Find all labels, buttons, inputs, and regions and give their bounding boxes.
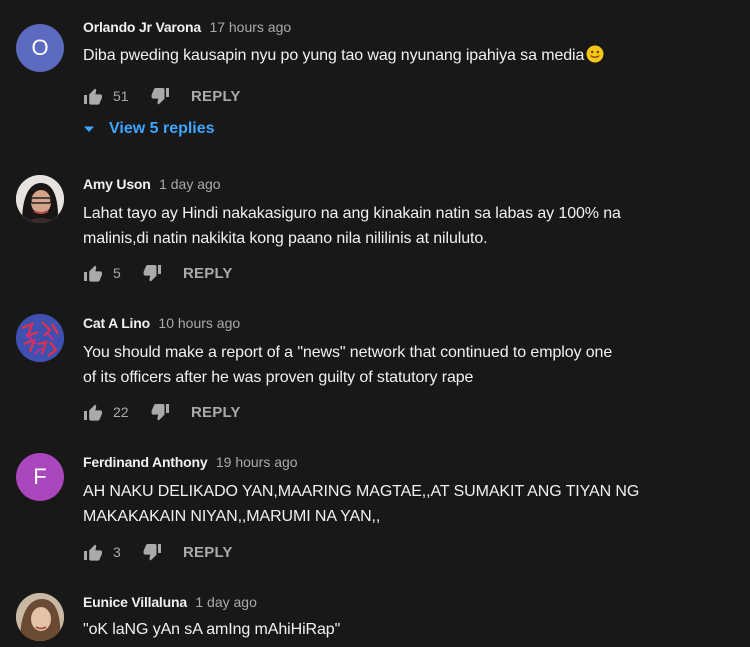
comment-text-content: Diba pweding kausapin nyu po yung tao wa…	[83, 47, 585, 64]
comment-actions: 51 REPLY	[83, 86, 241, 106]
comment-text: You should make a report of a "news" net…	[83, 340, 740, 390]
thumbs-down-icon[interactable]	[151, 86, 171, 106]
comment-text-line: malinis,di natin nakikita kong paano nil…	[83, 230, 488, 247]
comment-time[interactable]: 1 day ago	[159, 176, 221, 192]
comment-body: Eunice Villaluna 1 day ago "oK laNG yAn …	[83, 593, 740, 642]
avatar[interactable]	[16, 175, 64, 223]
avatar-letter: F	[33, 464, 47, 489]
author-name[interactable]: Orlando Jr Varona	[83, 19, 201, 35]
smiling-face-icon	[586, 45, 604, 63]
avatar-pattern	[16, 314, 64, 362]
avatar-photo	[16, 175, 64, 223]
reply-button[interactable]: REPLY	[191, 404, 241, 421]
comment-text: Lahat tayo ay Hindi nakakasiguro na ang …	[83, 201, 740, 251]
comment-header: Eunice Villaluna 1 day ago	[83, 593, 740, 611]
comment-text: Diba pweding kausapin nyu po yung tao wa…	[83, 43, 740, 68]
thumbs-up-icon[interactable]	[83, 263, 103, 283]
thumbs-down-icon[interactable]	[151, 402, 171, 422]
author-name[interactable]: Ferdinand Anthony	[83, 454, 208, 470]
comment-text-line: AH NAKU DELIKADO YAN,MAARING MAGTAE,,AT …	[83, 483, 640, 500]
like-count: 22	[113, 404, 129, 420]
comment-body: Amy Uson 1 day ago Lahat tayo ay Hindi n…	[83, 175, 740, 251]
avatar-photo	[16, 593, 64, 641]
comment-time[interactable]: 17 hours ago	[209, 19, 291, 35]
view-replies-label: View 5 replies	[109, 120, 215, 137]
comment-text-line: MAKAKAKAIN NIYAN,,MARUMI NA YAN,,	[83, 508, 381, 525]
author-name[interactable]: Cat A Lino	[83, 315, 150, 331]
reply-button[interactable]: REPLY	[183, 544, 233, 561]
thumbs-down-icon[interactable]	[143, 542, 163, 562]
thumbs-up-icon[interactable]	[83, 402, 103, 422]
comment-actions: 22 REPLY	[83, 402, 241, 422]
like-count: 51	[113, 88, 129, 104]
caret-down-icon	[84, 126, 94, 132]
comment-body: Orlando Jr Varona 17 hours ago Diba pwed…	[83, 18, 740, 68]
comment-header: Ferdinand Anthony 19 hours ago	[83, 453, 740, 471]
avatar[interactable]: O	[16, 24, 64, 72]
comment-text: AH NAKU DELIKADO YAN,MAARING MAGTAE,,AT …	[83, 479, 740, 529]
comment-body: Ferdinand Anthony 19 hours ago AH NAKU D…	[83, 453, 740, 529]
thumbs-up-icon[interactable]	[83, 86, 103, 106]
reply-button[interactable]: REPLY	[183, 265, 233, 282]
avatar[interactable]	[16, 593, 64, 641]
comment-text-line: You should make a report of a "news" net…	[83, 344, 613, 361]
comment-header: Orlando Jr Varona 17 hours ago	[83, 18, 740, 36]
author-name[interactable]: Eunice Villaluna	[83, 594, 187, 610]
comment-body: Cat A Lino 10 hours ago You should make …	[83, 314, 740, 390]
comment-header: Cat A Lino 10 hours ago	[83, 314, 740, 332]
comment-time[interactable]: 19 hours ago	[216, 454, 298, 470]
comment-time[interactable]: 10 hours ago	[158, 315, 240, 331]
comment-actions: 3 REPLY	[83, 542, 233, 562]
avatar[interactable]: F	[16, 453, 64, 501]
comment-actions: 5 REPLY	[83, 263, 233, 283]
reply-button[interactable]: REPLY	[191, 88, 241, 105]
avatar-letter: O	[31, 35, 49, 60]
comment-time[interactable]: 1 day ago	[195, 594, 257, 610]
comment-text-line: of its officers after he was proven guil…	[83, 369, 474, 386]
thumbs-up-icon[interactable]	[83, 542, 103, 562]
comment-header: Amy Uson 1 day ago	[83, 175, 740, 193]
view-replies-button[interactable]: View 5 replies	[83, 120, 215, 138]
like-count: 3	[113, 544, 121, 560]
author-name[interactable]: Amy Uson	[83, 176, 151, 192]
like-count: 5	[113, 265, 121, 281]
comment-text-line: Lahat tayo ay Hindi nakakasiguro na ang …	[83, 205, 621, 222]
comment-text-line: "oK laNG yAn sA amIng mAhiHiRap"	[83, 621, 341, 638]
thumbs-down-icon[interactable]	[143, 263, 163, 283]
comment-text: "oK laNG yAn sA amIng mAhiHiRap"	[83, 617, 740, 642]
avatar[interactable]	[16, 314, 64, 362]
